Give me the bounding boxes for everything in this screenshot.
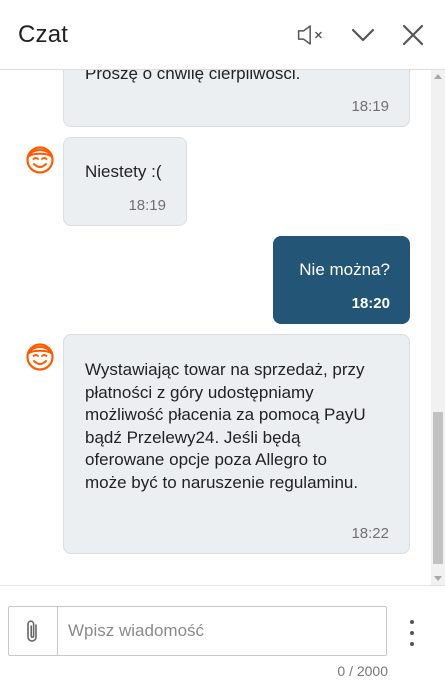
- message-time: 18:19: [351, 98, 389, 115]
- message-bubble: Niestety :( 18:19: [63, 137, 187, 226]
- message-line: płatności z góry udostępniamy: [85, 382, 314, 402]
- chat-header: Czat: [0, 0, 445, 70]
- scrollbar[interactable]: [431, 70, 445, 585]
- speaker-muted-icon: [297, 24, 322, 45]
- smiley-face-icon: [26, 343, 54, 371]
- message-list[interactable]: Proszę o chwilę cierpliwości. 18:19 Nies…: [0, 70, 445, 585]
- message-bubble: Proszę o chwilę cierpliwości. 18:19: [63, 70, 410, 127]
- scrollbar-thumb[interactable]: [433, 412, 443, 564]
- message-text: Wystawiając towar na sprzedaż, przy płat…: [85, 359, 399, 494]
- paperclip-icon: [27, 620, 37, 642]
- message-line: oferowane opcje poza Allegro to: [85, 450, 327, 469]
- smiley-face-icon: [26, 146, 54, 174]
- message-input[interactable]: [58, 607, 386, 655]
- message-text: Niestety :(: [85, 162, 162, 181]
- message-composer: 0 / 2000: [0, 585, 445, 694]
- mute-button[interactable]: [297, 21, 325, 49]
- message-time: 18:22: [351, 525, 389, 542]
- attach-button[interactable]: [9, 607, 58, 655]
- more-vertical-icon: [410, 620, 414, 624]
- scroll-up-arrow-icon[interactable]: [434, 74, 442, 79]
- message-text: Nie można?: [299, 260, 390, 279]
- message-line: bądź Przelewy24. Jeśli będą: [85, 427, 301, 447]
- message-bubble: Wystawiając towar na sprzedaż, przy płat…: [63, 334, 410, 554]
- message-input-wrapper: [8, 606, 387, 656]
- chevron-down-icon: [351, 28, 375, 41]
- scroll-down-arrow-icon[interactable]: [434, 576, 442, 581]
- close-chat-button[interactable]: [399, 21, 427, 49]
- character-counter: 0 / 2000: [337, 663, 388, 679]
- message-line: może być to naruszenie regulaminu.: [85, 472, 359, 492]
- minimize-chat-button[interactable]: [349, 21, 377, 49]
- message-bubble-outgoing: Nie można? 18:20: [273, 236, 410, 324]
- message-text: Proszę o chwilę cierpliwości.: [85, 70, 301, 83]
- chat-title: Czat: [18, 20, 69, 48]
- message-time: 18:19: [128, 197, 166, 214]
- close-icon: [402, 24, 424, 45]
- message-line: Wystawiając towar na sprzedaż, przy: [85, 360, 365, 379]
- message-time: 18:20: [351, 295, 390, 312]
- more-options-button[interactable]: [400, 618, 424, 648]
- message-line: możliwość płacenia za pomocą PayU: [85, 405, 366, 424]
